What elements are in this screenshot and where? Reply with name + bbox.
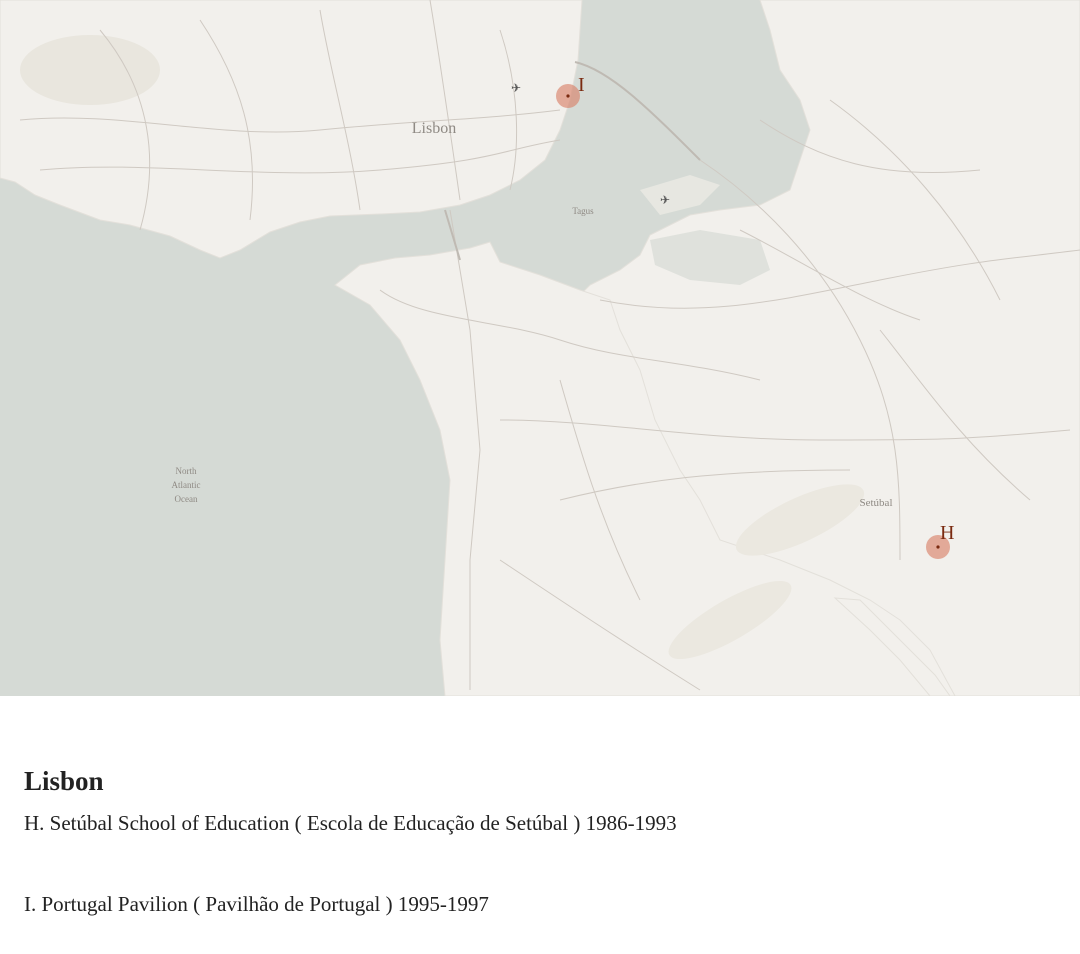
marker-i-center xyxy=(566,94,570,98)
marker-h-center xyxy=(936,545,940,549)
ocean-label-line1: North xyxy=(176,466,197,476)
setubal-label: Setúbal xyxy=(860,497,893,509)
map-view[interactable]: ✈ ✈ Lisbon Tagus Setúbal North Atlantic … xyxy=(0,0,1080,696)
caption-title: Lisbon xyxy=(24,766,104,796)
caption-item-h: H. Setúbal School of Education ( Escola … xyxy=(24,811,677,835)
marker-i-label: I xyxy=(578,74,585,96)
ocean-label-line2: Atlantic xyxy=(172,480,201,490)
tagus-label: Tagus xyxy=(572,206,594,216)
marker-h-label: H xyxy=(940,522,954,544)
lisbon-label: Lisbon xyxy=(412,120,456,137)
map-caption: Lisbon H. Setúbal School of Education ( … xyxy=(24,766,1056,917)
lisbon-airport-icon: ✈ xyxy=(511,81,521,95)
montijo-airport-icon: ✈ xyxy=(660,193,670,207)
caption-item-i: I. Portugal Pavilion ( Pavilhão de Portu… xyxy=(24,892,489,916)
sintra-hills xyxy=(20,35,160,105)
map-canvas[interactable]: ✈ ✈ Lisbon Tagus Setúbal North Atlantic … xyxy=(0,0,1080,696)
ocean-label-line3: Ocean xyxy=(175,494,198,504)
